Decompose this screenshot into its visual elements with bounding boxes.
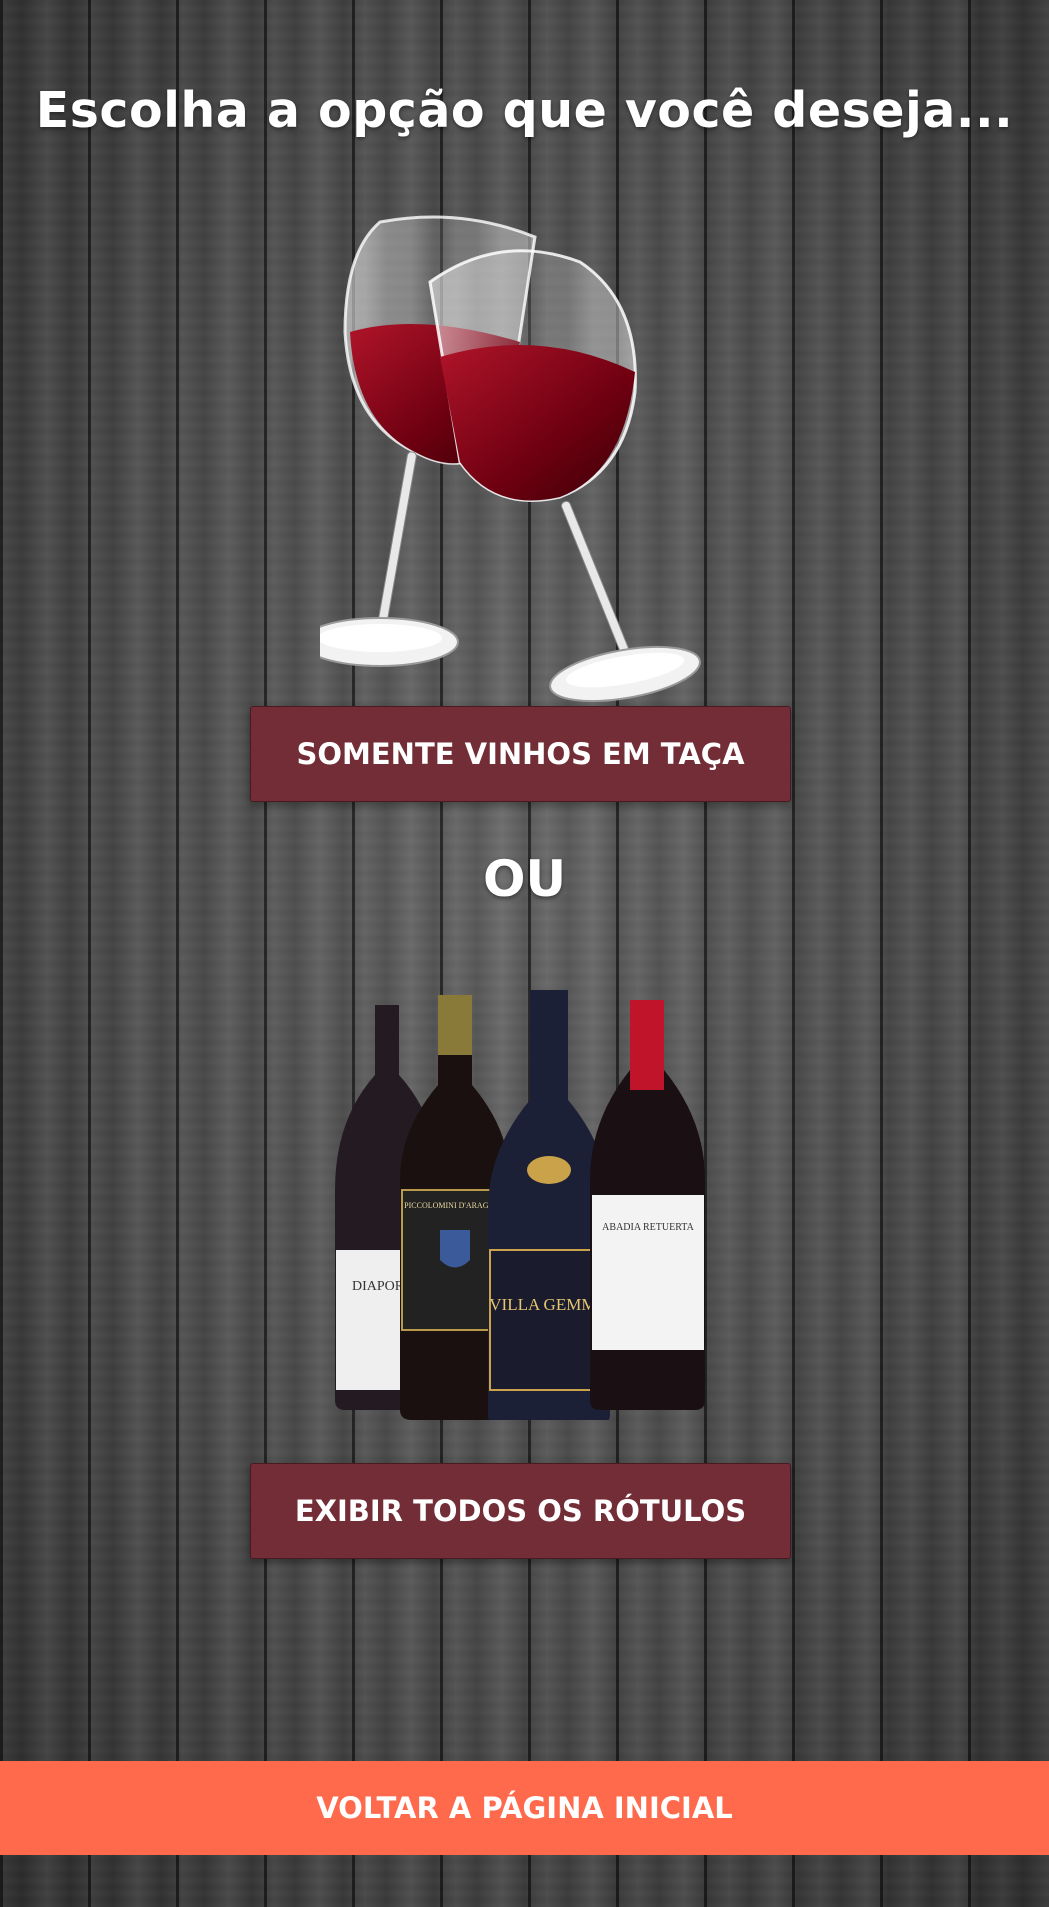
- back-home-button[interactable]: VOLTAR A PÁGINA INICIAL: [0, 1761, 1049, 1855]
- all-labels-button[interactable]: EXIBIR TODOS OS RÓTULOS: [250, 1463, 791, 1559]
- glass-wines-button[interactable]: SOMENTE VINHOS EM TAÇA: [250, 706, 791, 802]
- wine-bottles-image: DIAPOROS PICCOLOMINI D'ARAGONA VILLA GEM…: [335, 990, 705, 1420]
- page-title: Escolha a opção que você deseja...: [35, 82, 1014, 139]
- wine-glasses-icon: [320, 215, 701, 703]
- wine-selection-page: Escolha a opção que você deseja... SOMEN…: [0, 0, 1049, 1907]
- bottle-label-4: ABADIA RETUERTA: [602, 1222, 694, 1233]
- or-separator: OU: [482, 850, 567, 908]
- right-glass: [428, 249, 701, 703]
- bottle-abadia-retuerta: ABADIA RETUERTA: [590, 1000, 705, 1410]
